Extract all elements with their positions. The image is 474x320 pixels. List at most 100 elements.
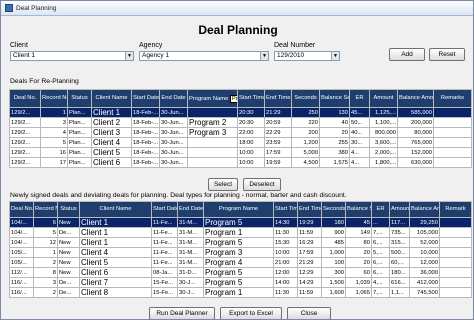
table-cell: 18-Feb-...	[131, 107, 160, 118]
table-cell: 20	[319, 127, 350, 138]
table-cell: 485	[321, 237, 346, 248]
table-row[interactable]: 104/... 5 De... Client 1 11-Fe... 31-M... Prog…	[9, 227, 472, 238]
col-header[interactable]: Amount	[389, 201, 410, 218]
chevron-down-icon[interactable]: ▼	[125, 52, 133, 60]
table-cell: 45...	[349, 107, 370, 118]
table-cell: 18-Feb-...	[131, 117, 160, 128]
table-cell: Client 6	[79, 267, 152, 278]
table-cell: Program 5	[203, 277, 274, 288]
chevron-down-icon[interactable]: ▼	[260, 52, 268, 60]
col-header[interactable]: End Date	[159, 89, 188, 108]
table-cell: 50...	[349, 117, 370, 128]
col-header[interactable]: Start Date	[131, 89, 160, 108]
table-cell: 129/2...	[9, 157, 41, 168]
col-header[interactable]: Status	[57, 201, 80, 218]
agency-select[interactable]: Agency 1 ▼	[139, 51, 269, 61]
table-cell: 11-Fe...	[151, 247, 178, 258]
chevron-down-icon[interactable]: ▼	[331, 52, 339, 60]
table-cell: 129/2...	[9, 137, 41, 148]
col-header[interactable]: Record No.	[40, 89, 68, 108]
table-cell: 21:00	[273, 257, 298, 268]
table-cell: 4,...	[371, 277, 390, 288]
col-header[interactable]: Balance Sec.	[345, 201, 372, 218]
table-row[interactable]: 116/... 3 De... Client 7 15-Fe... 30-J... Prog…	[9, 277, 472, 288]
table-cell: 105,000	[409, 227, 440, 238]
table-row[interactable]: 129/2... 17 Plan... Client 6 18-Feb-... 30-Ju…	[9, 157, 472, 168]
col-header[interactable]: Start Time	[237, 89, 265, 108]
export-to-excel-button[interactable]: Export to Excel	[220, 307, 282, 319]
table-row[interactable]: 129/2... 3 Plan... Client 2 18-Feb-... 30-Jun…	[9, 117, 472, 128]
select-button[interactable]: Select	[208, 178, 238, 191]
col-header[interactable]: Remarks	[433, 89, 472, 108]
deal-number-select[interactable]: 129/2010 ▼	[274, 51, 340, 61]
table-cell: 1	[33, 247, 58, 258]
col-header[interactable]: End Date	[177, 201, 204, 218]
table-cell: 3	[40, 117, 68, 128]
table-cell: Program 5	[203, 217, 274, 228]
table-row[interactable]: 105/... 1 New Client 4 11-Fe... 31-M... Progra…	[9, 247, 472, 258]
table-row[interactable]: 112/... 8 New Client 6 08-Ja... 31-D... Progra…	[9, 267, 472, 278]
close-button[interactable]: Close	[287, 307, 331, 319]
add-button[interactable]: Add	[389, 48, 425, 61]
table-cell: 1,800,...	[369, 157, 398, 168]
col-header[interactable]: End Time	[264, 89, 292, 108]
table-cell: 17:59	[264, 147, 292, 158]
table-cell: 30-Jun...	[159, 117, 188, 128]
table-cell: 20:30	[237, 117, 265, 128]
table-cell: 18:00	[237, 137, 265, 148]
deselect-button[interactable]: Deselect	[243, 178, 281, 191]
table-cell: 30-Jun...	[159, 127, 188, 138]
deal-planning-window: Deal Planning Deal Planning Client Clien…	[0, 0, 474, 320]
table-row[interactable]: 129/2... 5 Plan... Client 4 18-Feb-... 30-Jun…	[9, 137, 472, 148]
col-header[interactable]: ER	[349, 89, 370, 108]
table-cell: Client 2	[91, 117, 132, 128]
table-row[interactable]: 104/... 6 New Client 1 11-Fe... 31-M... Progra…	[9, 217, 472, 228]
col-header[interactable]: Status	[67, 89, 92, 108]
table-cell: 18-Feb-...	[131, 127, 160, 138]
col-header[interactable]: Amount	[369, 89, 398, 108]
table-row[interactable]: 129/2... 1 Plan... Client 1 18-Feb-... 30-Jun…	[9, 107, 472, 118]
table-cell: 5	[33, 227, 58, 238]
col-header[interactable]: End Time	[297, 201, 322, 218]
table-cell: 1,100,...	[369, 117, 398, 128]
table-cell: 3,600,...	[369, 137, 398, 148]
table-cell	[433, 137, 472, 148]
col-header[interactable]: Seconds	[291, 89, 320, 108]
table-cell: Program 2	[187, 117, 238, 128]
table-row[interactable]: 129/2... 16 Plan... Client 5 18-Feb-... 30-Ju…	[9, 147, 472, 158]
col-header[interactable]: Balance Sec.	[319, 89, 350, 108]
col-header[interactable]: Balance Amount	[397, 89, 434, 108]
col-header[interactable]: Start Date	[151, 201, 178, 218]
col-header[interactable]: Start Time	[273, 201, 298, 218]
table-row[interactable]: 105/... 2 New Client 5 11-Fe... 31-M... Progra…	[9, 257, 472, 268]
col-header[interactable]: Balance Amount	[409, 201, 440, 218]
table-cell: 129/2...	[9, 117, 41, 128]
col-header[interactable]: Deal No.	[9, 201, 34, 218]
table-row[interactable]: 104/... 12 New Client 1 11-Fe... 31-M... Progr…	[9, 237, 472, 248]
run-deal-planner-button[interactable]: Run Deal Planner	[149, 307, 215, 319]
deal-number-label: Deal Number	[274, 42, 316, 49]
table-cell: Client 5	[79, 257, 152, 268]
col-header[interactable]: Client Name	[79, 201, 152, 218]
col-header[interactable]: Record No.	[33, 201, 58, 218]
table-cell: 10:00	[237, 147, 265, 158]
col-header[interactable]: Deal No.	[9, 89, 41, 108]
table-cell	[187, 137, 238, 148]
col-header-program[interactable]: Program Name Program Name	[187, 89, 238, 108]
table-cell: 1,000	[321, 247, 346, 258]
table-cell: 1,1...	[389, 287, 410, 298]
col-header[interactable]: Remark	[439, 201, 472, 218]
table-cell: 12:00	[273, 267, 298, 278]
client-select[interactable]: Client 1 ▼	[10, 51, 134, 61]
col-header[interactable]: Client Name	[91, 89, 132, 108]
table-cell: 1,200	[291, 137, 320, 148]
table-cell: 16	[40, 147, 68, 158]
table-cell	[187, 157, 238, 168]
col-header[interactable]: Seconds	[321, 201, 346, 218]
reset-button[interactable]: Reset	[429, 48, 465, 61]
table-row[interactable]: 116/... 2 De... Client 8 15-Fe... 30-J... Prog…	[9, 287, 472, 298]
col-header[interactable]: Program Name	[203, 201, 274, 218]
col-header[interactable]: ER	[371, 201, 390, 218]
table-cell	[439, 247, 472, 258]
table-row[interactable]: 129/2... 4 Plan... Client 3 18-Feb-... 30-Jun…	[9, 127, 472, 138]
